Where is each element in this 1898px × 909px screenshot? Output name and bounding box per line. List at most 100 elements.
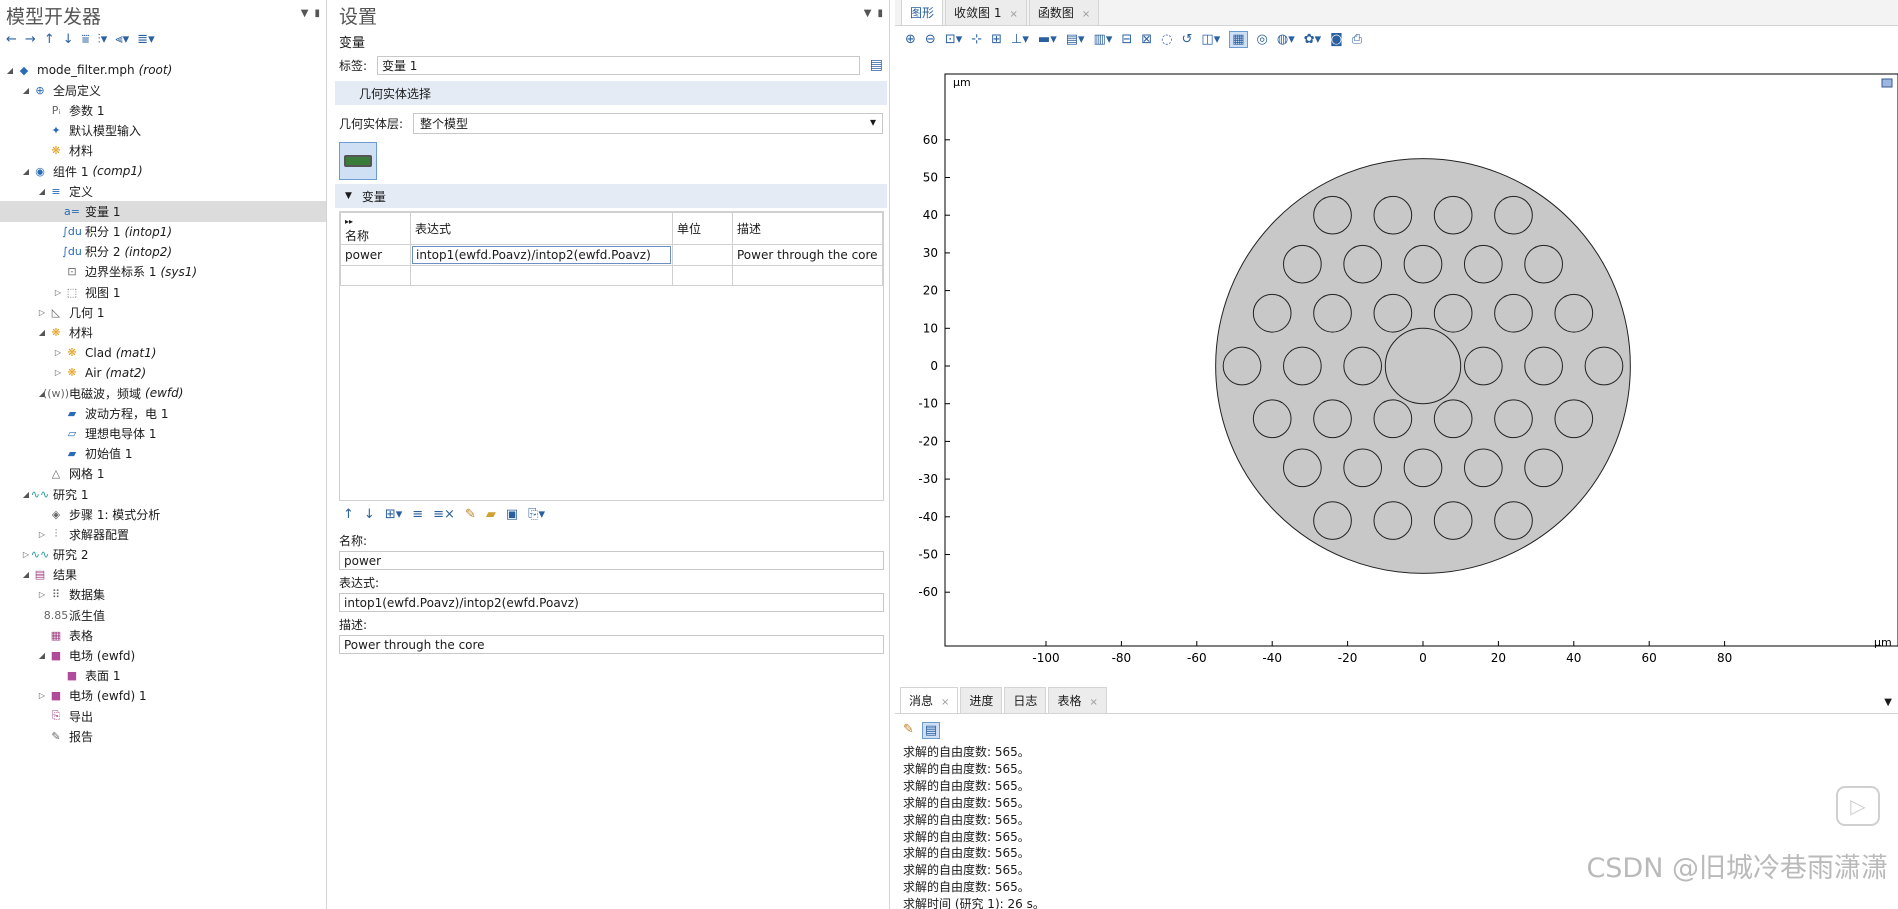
deselect-icon[interactable]: ⊠ (1141, 32, 1152, 47)
tree-item[interactable]: ◢ ≡ 定义 (0, 181, 326, 201)
grid-icon[interactable]: ▦ (1229, 30, 1248, 48)
air-hole[interactable] (1283, 448, 1322, 488)
insert-icon[interactable]: ≡ (412, 507, 423, 522)
expand-toggle-icon[interactable]: ▷ (36, 590, 48, 599)
entire-model-icon[interactable] (339, 142, 377, 180)
cell-expression[interactable]: intop1(ewfd.Poavz)/intop2(ewfd.Poavz) (412, 246, 671, 264)
tree-item[interactable]: ∫du 积分 1 (intop1) (0, 222, 326, 242)
hide-icon[interactable]: ◌ (1161, 32, 1172, 47)
air-hole[interactable] (1463, 346, 1503, 386)
air-hole[interactable] (1252, 293, 1292, 333)
zoom-in-icon[interactable]: ⊕ (905, 32, 916, 47)
tree-item[interactable]: ▷ ❋ Air (mat2) (0, 363, 326, 383)
air-hole[interactable] (1343, 346, 1383, 386)
tree-item[interactable]: ◈ 步骤 1: 模式分析 (0, 504, 326, 524)
air-hole[interactable] (1584, 346, 1624, 386)
tab-progress[interactable]: 进度 (960, 687, 1003, 713)
wireframe-icon[interactable]: ◍▾ (1277, 32, 1295, 47)
show-icon[interactable]: ⩸ (82, 32, 90, 47)
delete-icon[interactable]: ≡× (433, 507, 455, 522)
tree-item[interactable]: ▷ ⬚ 视图 1 (0, 282, 326, 302)
expand-toggle-icon[interactable]: ◢ (20, 570, 32, 579)
pane-menu-icon[interactable]: ▼ (301, 8, 309, 19)
tree-item[interactable]: ▰ 初始值 1 (0, 444, 326, 464)
tree-item[interactable]: Pᵢ 参数 1 (0, 100, 326, 120)
description-input[interactable]: Power through the core (339, 635, 884, 654)
forward-arrow-icon[interactable]: → (25, 32, 36, 47)
air-hole[interactable] (1524, 244, 1563, 284)
tab-messages[interactable]: 消息 × (900, 687, 959, 713)
scene-light-icon[interactable]: ◎ (1257, 32, 1268, 47)
expression-input[interactable]: intop1(ewfd.Poavz)/intop2(ewfd.Poavz) (339, 593, 884, 612)
view-menu-icon[interactable]: ◫▾ (1201, 32, 1220, 47)
tree-item[interactable]: ⊡ 边界坐标系 1 (sys1) (0, 262, 326, 282)
view-settings-icon[interactable]: ✿▾ (1304, 32, 1321, 47)
export-menu-icon[interactable]: ⎘▾ (528, 507, 545, 522)
add-row-icon[interactable]: ⊞▾ (385, 507, 402, 522)
pin-icon[interactable]: ▮ (314, 8, 320, 19)
play-icon[interactable]: ▷ (1836, 786, 1880, 826)
expand-toggle-icon[interactable]: ◢ (4, 66, 16, 75)
air-hole[interactable] (1403, 244, 1443, 284)
expand-toggle-icon[interactable]: ◢ (20, 167, 32, 176)
tree-item[interactable]: ◢ ❋ 材料 (0, 322, 326, 342)
expand-toggle-icon[interactable]: ◢ (20, 86, 32, 95)
select-all-icon[interactable]: ⊟ (1121, 32, 1132, 47)
zoom-out-icon[interactable]: ⊖ (925, 32, 936, 47)
expand-toggle-icon[interactable]: ▷ (36, 530, 48, 539)
tree-item[interactable]: ▷ ◺ 几何 1 (0, 302, 326, 322)
camera-icon[interactable]: ◙ (1330, 32, 1343, 47)
air-hole[interactable] (1433, 399, 1473, 439)
table-expand-icon[interactable]: ▸▸ (345, 217, 353, 226)
tree-item[interactable]: ⎘ 导出 (0, 706, 326, 726)
tree-item[interactable]: a= 变量 1 (0, 201, 326, 222)
render-mode-icon[interactable]: ▤▾ (1066, 32, 1085, 47)
variables-section[interactable]: ▼ 变量 (335, 184, 887, 208)
air-hole[interactable] (1373, 293, 1413, 333)
move-down-icon[interactable]: ↓ (364, 507, 375, 522)
expand-toggle-icon[interactable]: ◢ (36, 187, 48, 196)
tab-graphics[interactable]: 图形 (901, 0, 944, 25)
air-hole[interactable] (1554, 293, 1594, 333)
cell-description[interactable]: Power through the core (732, 244, 883, 266)
clear-icon[interactable]: ✎ (465, 507, 476, 522)
air-hole[interactable] (1403, 448, 1443, 488)
pin-icon[interactable]: ▮ (877, 8, 883, 19)
name-input[interactable]: power (339, 551, 884, 570)
zoom-extents-icon[interactable]: ⊞ (991, 32, 1002, 47)
air-hole[interactable] (1343, 244, 1383, 284)
tree-item[interactable]: ◢ ⊕ 全局定义 (0, 80, 326, 100)
tree-item[interactable]: ▰ 波动方程，电 1 (0, 403, 326, 423)
tab-table[interactable]: 表格 × (1048, 687, 1107, 713)
label-input[interactable]: 变量 1 (376, 55, 860, 75)
expand-toggle-icon[interactable]: ▷ (52, 288, 64, 297)
pane-menu-icon[interactable]: ▼ (864, 8, 872, 19)
air-hole[interactable] (1494, 399, 1533, 439)
air-hole[interactable] (1494, 293, 1533, 333)
list-menu-icon[interactable]: ≣▾ (137, 32, 154, 47)
geometry-plot[interactable]: -100 -80 -60 -40 -20 0 20 40 60 80 60 50 40 30 20 10 0 -1… (895, 66, 1898, 666)
close-icon[interactable]: × (941, 697, 949, 708)
tree-item[interactable]: ❋ 材料 (0, 141, 326, 161)
expand-tree-icon[interactable]: ⫶▾ (98, 32, 108, 47)
expand-toggle-icon[interactable]: ▷ (36, 308, 48, 317)
air-hole[interactable] (1373, 195, 1413, 235)
tree-item[interactable]: ▦ 表格 (0, 625, 326, 645)
close-icon[interactable]: × (1082, 9, 1090, 20)
tree-item[interactable]: 8.85 派生值 (0, 605, 326, 625)
print-icon[interactable]: ⎙ (1352, 32, 1362, 47)
air-hole[interactable] (1343, 448, 1383, 488)
reset-hiding-icon[interactable]: ↺ (1182, 32, 1193, 47)
geometry-selection-section[interactable]: 几何实体选择 (335, 81, 887, 105)
label-edit-icon[interactable]: ▤ (870, 57, 883, 73)
messages-menu-icon[interactable]: ▼ (1884, 697, 1892, 708)
back-arrow-icon[interactable]: ← (6, 32, 17, 47)
air-hole[interactable] (1433, 293, 1473, 333)
save-icon[interactable]: ▣ (506, 507, 518, 522)
table-row[interactable]: power intop1(ewfd.Poavz)/intop2(ewfd.Poa… (340, 244, 883, 266)
air-hole[interactable] (1524, 346, 1563, 386)
tree-item[interactable]: ✎ 报告 (0, 726, 326, 746)
air-hole[interactable] (1554, 399, 1594, 439)
tab-convergence-plot[interactable]: 收敛图 1 × (945, 0, 1027, 25)
close-icon[interactable]: × (1089, 697, 1097, 708)
